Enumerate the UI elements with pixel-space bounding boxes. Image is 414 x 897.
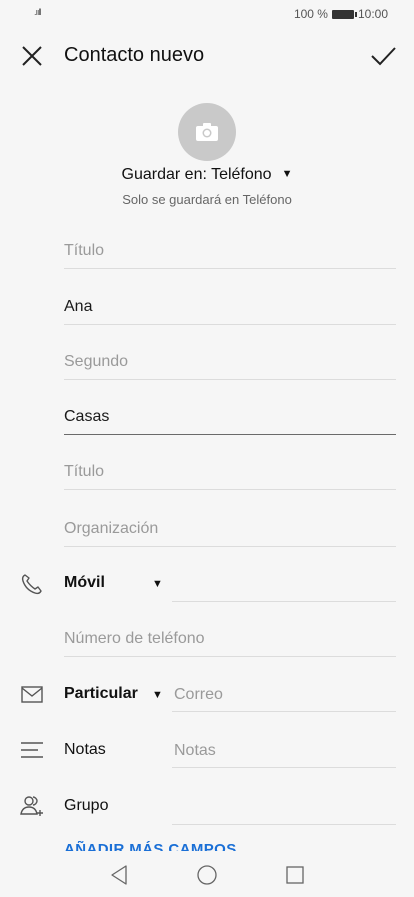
caret-down-icon[interactable]: ▼: [152, 578, 163, 590]
notes-placeholder: Notas: [174, 742, 216, 759]
phone-icon: [21, 574, 42, 595]
save-location-note: Solo se guardará en Teléfono: [122, 192, 292, 207]
page-title: Contacto nuevo: [64, 44, 205, 66]
status-bar: .ııll 100 % 10:00: [0, 0, 414, 28]
suffix-field[interactable]: Título: [64, 455, 396, 490]
notes-field[interactable]: Notas: [172, 733, 396, 768]
phone-type-underline: [172, 567, 396, 602]
suffix-placeholder: Título: [64, 463, 105, 480]
clock: 10:00: [357, 7, 388, 21]
group-field[interactable]: [172, 790, 396, 825]
first-name-field[interactable]: Ana: [64, 290, 396, 325]
first-name-value: Ana: [64, 298, 93, 315]
navigation-bar: [0, 853, 414, 897]
phone-number-placeholder: Número de teléfono: [64, 630, 205, 647]
notes-icon: [21, 742, 43, 758]
mail-icon: [21, 686, 43, 703]
home-icon[interactable]: [193, 861, 221, 889]
caret-down-icon[interactable]: ▼: [152, 689, 163, 701]
back-icon[interactable]: [106, 861, 134, 889]
app-bar: Contacto nuevo: [0, 28, 414, 84]
prefix-placeholder: Título: [64, 242, 105, 259]
save-location-label: Guardar en: Teléfono: [121, 166, 272, 183]
last-name-field[interactable]: Casas: [64, 400, 396, 435]
save-location-selector[interactable]: Guardar en: Teléfono ▼: [0, 166, 414, 184]
group-label: Grupo: [64, 797, 109, 814]
middle-name-field[interactable]: Segundo: [64, 345, 396, 380]
phone-number-field[interactable]: Número de teléfono: [64, 622, 396, 657]
email-field[interactable]: Correo: [172, 677, 396, 712]
email-type-selector[interactable]: Particular: [64, 685, 138, 703]
add-more-fields-button[interactable]: AÑADIR MÁS CAMPOS: [64, 841, 237, 851]
battery-icon: [331, 9, 357, 19]
notes-label: Notas: [64, 741, 106, 758]
email-placeholder: Correo: [174, 686, 223, 703]
phone-type-selector[interactable]: Móvil: [64, 574, 105, 592]
organization-placeholder: Organización: [64, 520, 159, 537]
last-name-value: Casas: [64, 408, 110, 425]
contact-photo-button[interactable]: [178, 103, 236, 161]
check-icon[interactable]: [368, 42, 398, 70]
recent-apps-icon[interactable]: [281, 861, 309, 889]
status-right: 100 % 10:00: [294, 7, 388, 21]
caret-down-icon: ▼: [281, 168, 293, 180]
group-icon: [20, 796, 43, 816]
camera-icon: [196, 123, 218, 141]
organization-field[interactable]: Organización: [64, 512, 396, 547]
signal-icon: .ııll: [34, 7, 41, 17]
middle-name-placeholder: Segundo: [64, 353, 129, 370]
battery-percent: 100 %: [293, 7, 328, 21]
prefix-field[interactable]: Título: [64, 234, 396, 269]
close-icon[interactable]: [18, 42, 46, 70]
